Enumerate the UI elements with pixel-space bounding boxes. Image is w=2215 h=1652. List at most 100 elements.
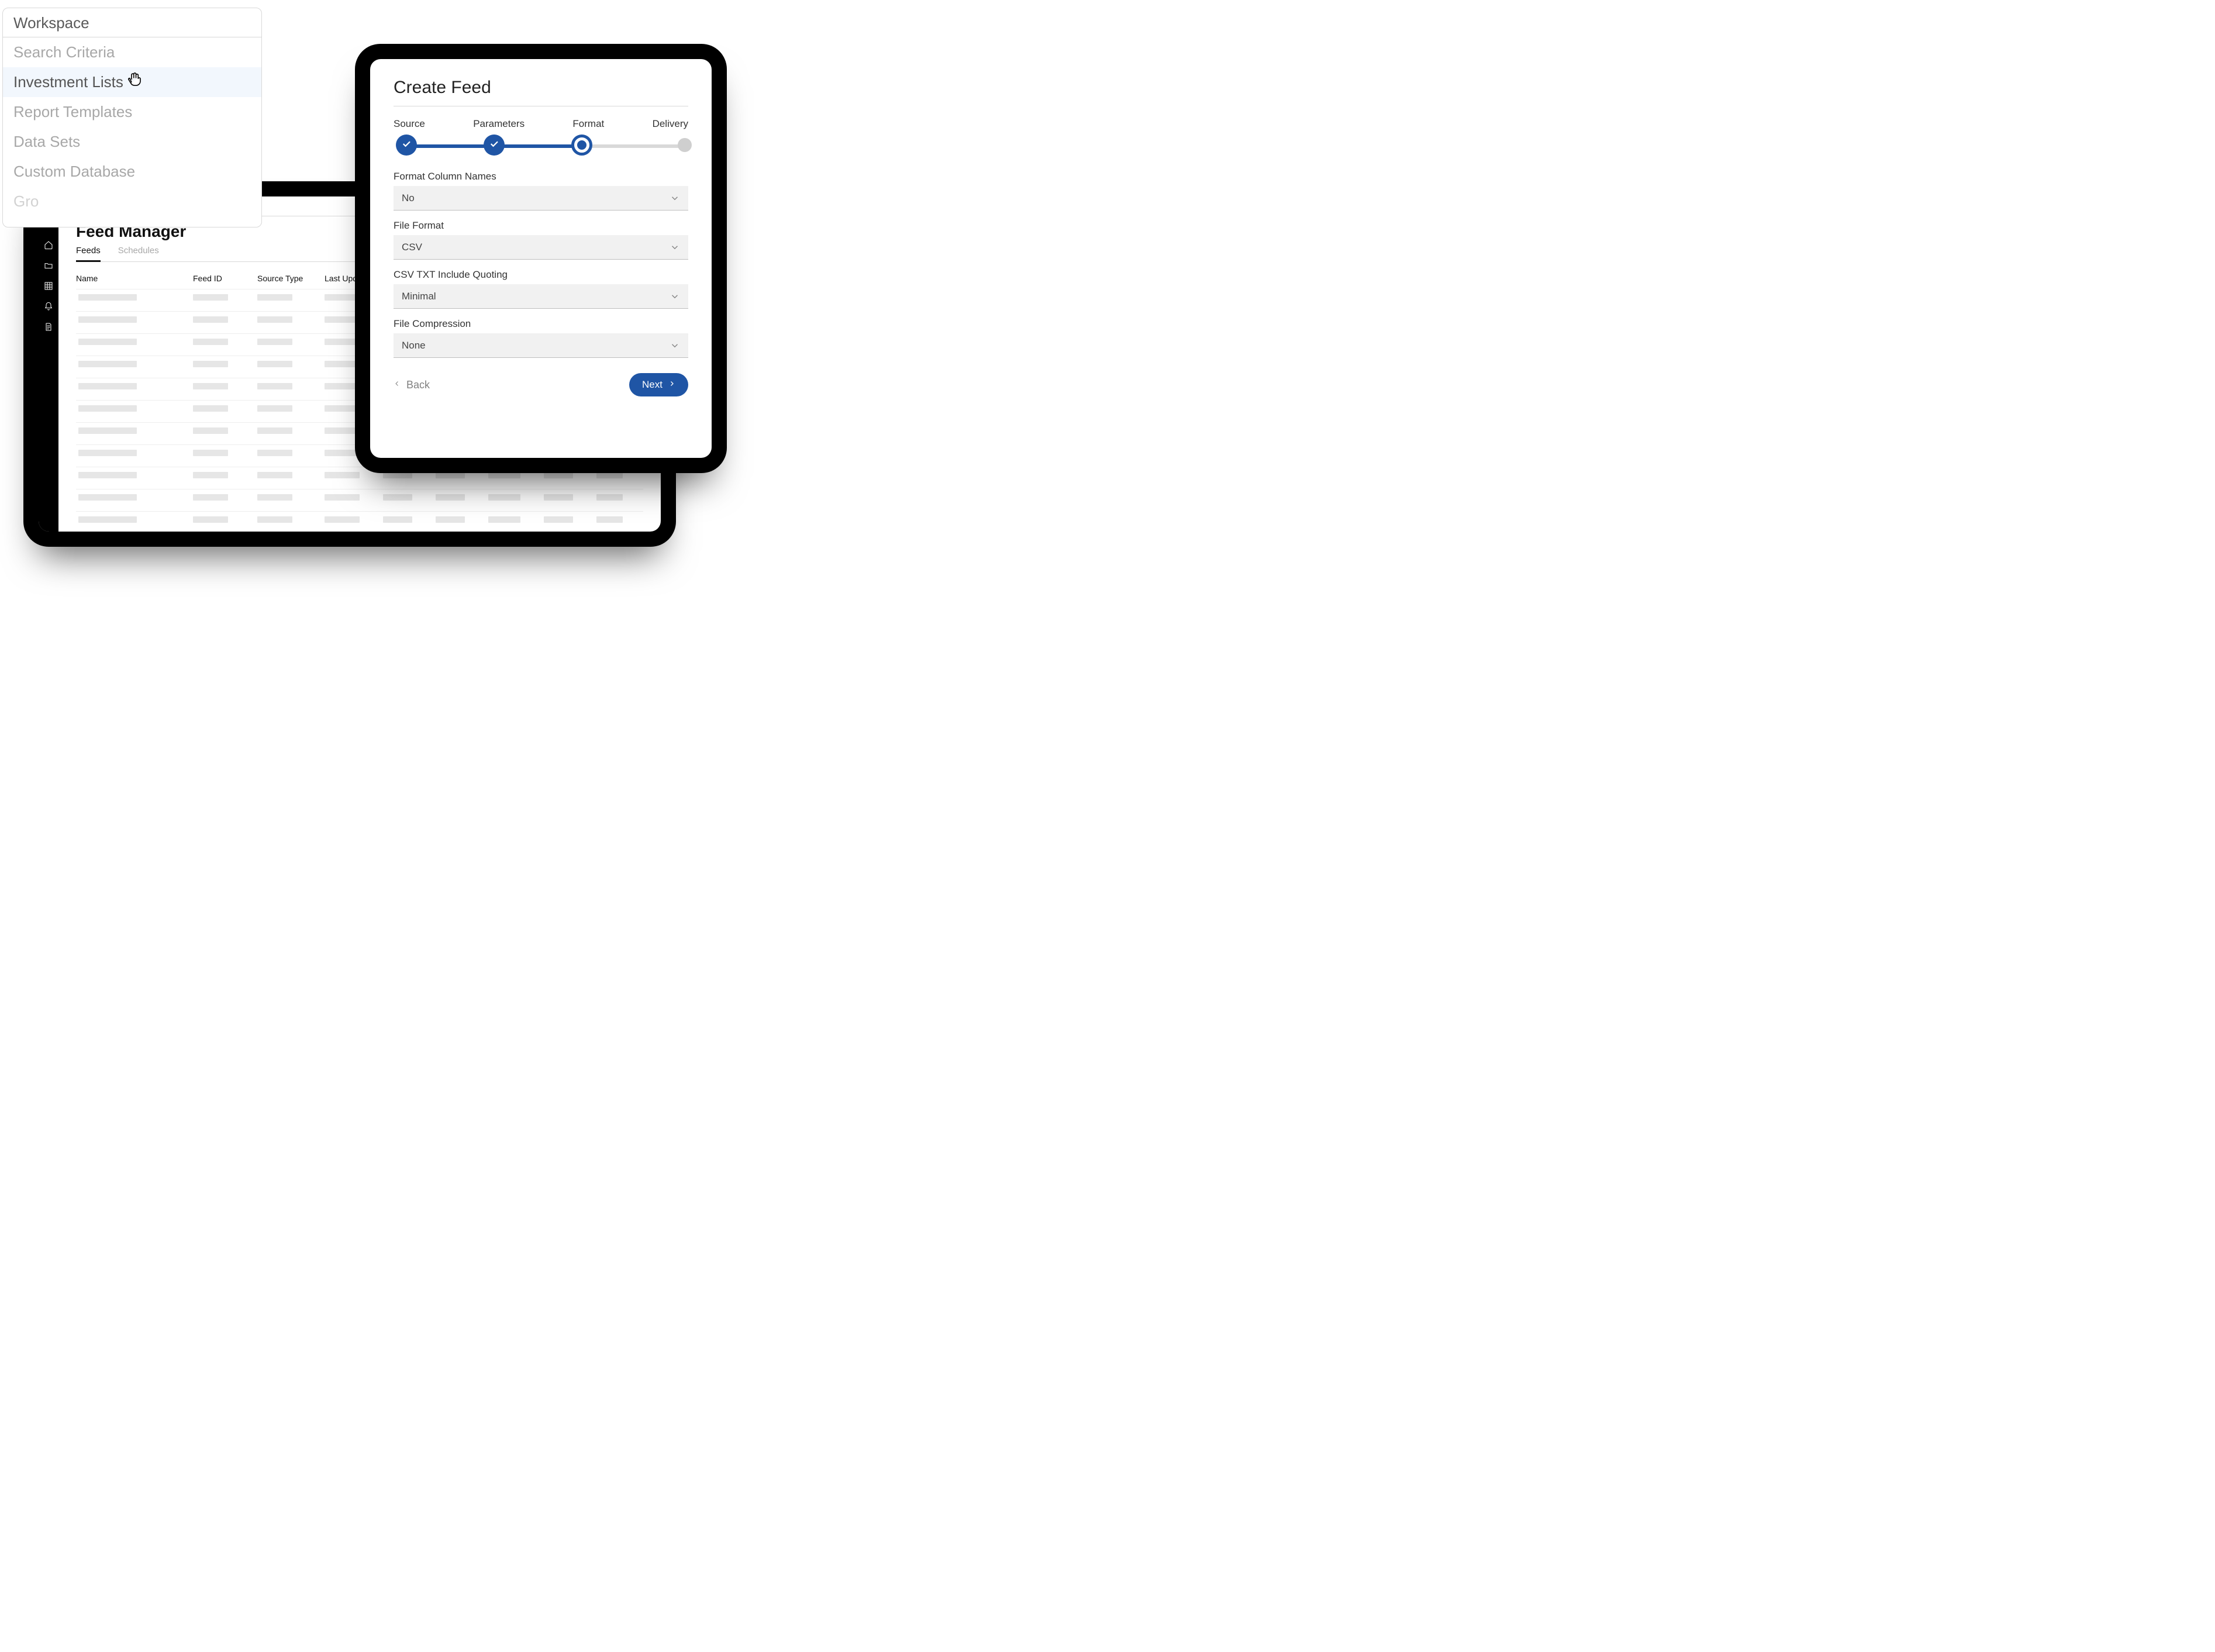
- chevron-down-icon: [670, 340, 680, 351]
- col-name[interactable]: Name: [76, 274, 193, 289]
- tab-feeds[interactable]: Feeds: [76, 243, 101, 262]
- placeholder-cell: [78, 494, 137, 501]
- placeholder-cell: [78, 516, 137, 523]
- placeholder-cell: [257, 494, 292, 501]
- placeholder-cell: [193, 516, 228, 523]
- select-value: CSV: [402, 242, 422, 253]
- field-csv-quoting: CSV TXT Include Quoting Minimal: [394, 269, 688, 309]
- create-feed-panel: Create Feed Source Parameters Format Del…: [370, 59, 712, 458]
- placeholder-cell: [193, 316, 228, 323]
- field-label: CSV TXT Include Quoting: [394, 269, 688, 281]
- field-label: File Compression: [394, 318, 688, 330]
- chevron-right-icon: [668, 379, 675, 391]
- placeholder-cell: [325, 494, 360, 501]
- left-sidebar: [39, 216, 58, 532]
- step-node-parameters[interactable]: [484, 134, 505, 156]
- placeholder-cell: [488, 472, 520, 478]
- workspace-item-data-sets[interactable]: Data Sets: [3, 127, 261, 157]
- placeholder-cell: [325, 516, 360, 523]
- select-csv-quoting[interactable]: Minimal: [394, 284, 688, 309]
- placeholder-cell: [257, 361, 292, 367]
- placeholder-cell: [193, 405, 228, 412]
- placeholder-cell: [257, 516, 292, 523]
- tab-schedules[interactable]: Schedules: [118, 243, 159, 261]
- step-label-parameters: Parameters: [473, 118, 525, 130]
- check-icon: [401, 139, 412, 152]
- placeholder-cell: [257, 427, 292, 434]
- chevron-down-icon: [670, 193, 680, 204]
- col-feed-id[interactable]: Feed ID: [193, 274, 257, 289]
- chevron-down-icon: [670, 291, 680, 302]
- placeholder-cell: [436, 516, 465, 523]
- select-format-column-names[interactable]: No: [394, 186, 688, 211]
- workspace-item-custom-database[interactable]: Custom Database: [3, 157, 261, 187]
- step-connector: [493, 144, 581, 148]
- placeholder-cell: [78, 472, 137, 478]
- step-node-source[interactable]: [396, 134, 417, 156]
- placeholder-cell: [544, 494, 573, 501]
- placeholder-cell: [596, 494, 623, 501]
- placeholder-cell: [78, 361, 137, 367]
- placeholder-cell: [78, 316, 137, 323]
- placeholder-cell: [193, 472, 228, 478]
- field-label: Format Column Names: [394, 171, 688, 182]
- home-icon[interactable]: [44, 240, 53, 253]
- folder-icon[interactable]: [44, 261, 53, 273]
- table-row[interactable]: [76, 489, 643, 511]
- placeholder-cell: [383, 494, 412, 501]
- workspace-item-search-criteria[interactable]: Search Criteria: [3, 37, 261, 67]
- stepper: [394, 134, 688, 156]
- bell-icon[interactable]: [44, 302, 53, 314]
- grid-icon[interactable]: [44, 281, 53, 294]
- step-node-format[interactable]: [571, 134, 592, 156]
- workspace-item-investment-lists[interactable]: Investment Lists: [3, 67, 261, 97]
- placeholder-cell: [544, 472, 573, 478]
- placeholder-cell: [257, 316, 292, 323]
- step-connector: [405, 144, 493, 148]
- placeholder-cell: [78, 405, 137, 412]
- placeholder-cell: [488, 516, 520, 523]
- placeholder-cell: [193, 383, 228, 389]
- stepper-labels: Source Parameters Format Delivery: [394, 118, 688, 130]
- placeholder-cell: [257, 405, 292, 412]
- field-file-compression: File Compression None: [394, 318, 688, 358]
- placeholder-cell: [596, 516, 623, 523]
- field-file-format: File Format CSV: [394, 220, 688, 260]
- placeholder-cell: [325, 405, 360, 412]
- workspace-menu: Workspace Search Criteria Investment Lis…: [2, 8, 262, 227]
- placeholder-cell: [193, 450, 228, 456]
- placeholder-cell: [544, 516, 573, 523]
- select-file-format[interactable]: CSV: [394, 235, 688, 260]
- placeholder-cell: [383, 472, 412, 478]
- placeholder-cell: [596, 472, 623, 478]
- placeholder-cell: [325, 383, 360, 389]
- select-value: None: [402, 340, 426, 351]
- panel-title: Create Feed: [394, 78, 688, 98]
- select-file-compression[interactable]: None: [394, 333, 688, 358]
- chevron-down-icon: [670, 242, 680, 253]
- workspace-item-label: Investment Lists: [13, 73, 123, 91]
- placeholder-cell: [193, 294, 228, 301]
- check-icon: [489, 139, 499, 152]
- panel-footer: Back Next: [394, 373, 688, 396]
- next-button[interactable]: Next: [629, 373, 688, 396]
- back-button[interactable]: Back: [394, 378, 430, 392]
- placeholder-cell: [257, 472, 292, 478]
- col-source-type[interactable]: Source Type: [257, 274, 325, 289]
- placeholder-cell: [325, 339, 360, 345]
- placeholder-cell: [257, 339, 292, 345]
- placeholder-cell: [325, 361, 360, 367]
- chevron-left-icon: [394, 378, 401, 392]
- table-row[interactable]: [76, 511, 643, 532]
- workspace-item-report-templates[interactable]: Report Templates: [3, 97, 261, 127]
- workspace-header: Workspace: [3, 8, 261, 37]
- placeholder-cell: [193, 339, 228, 345]
- select-value: Minimal: [402, 291, 436, 302]
- placeholder-cell: [383, 516, 412, 523]
- table-row[interactable]: [76, 467, 643, 489]
- placeholder-cell: [488, 494, 520, 501]
- step-node-delivery[interactable]: [678, 138, 692, 152]
- placeholder-cell: [78, 427, 137, 434]
- workspace-item-truncated[interactable]: Gro: [3, 187, 261, 216]
- document-icon[interactable]: [44, 322, 53, 334]
